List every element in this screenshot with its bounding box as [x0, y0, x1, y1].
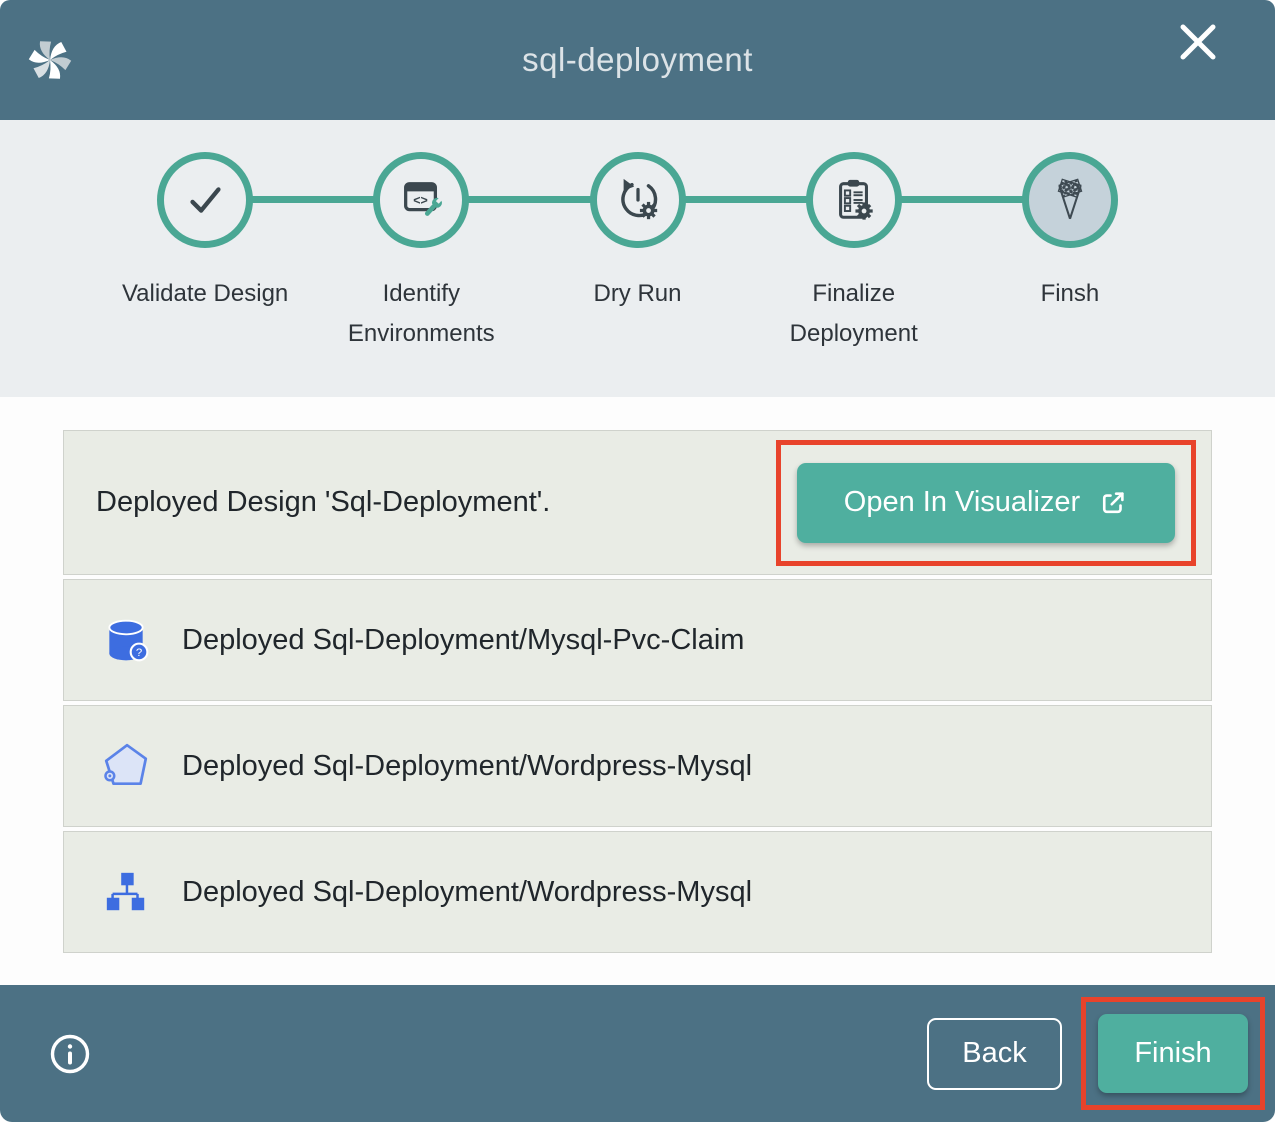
- summary-row: Deployed Design 'Sql-Deployment'. Open I…: [63, 430, 1212, 575]
- step-circle-dry-run: [590, 152, 686, 248]
- modal-header: sql-deployment: [0, 0, 1275, 120]
- step-identify-environments: <> Identify Environments: [313, 120, 529, 355]
- svg-text:<>: <>: [414, 193, 429, 207]
- code-config-icon: <>: [398, 177, 444, 223]
- step-label: Finalize Deployment: [749, 274, 959, 355]
- step-label: Finsh: [1041, 274, 1100, 314]
- step-finalize-deployment: Finalize Deployment: [746, 120, 962, 355]
- result-row-wordpress-pod: Deployed Sql-Deployment/Wordpress-Mysql: [63, 705, 1212, 827]
- step-dry-run: Dry Run: [529, 120, 745, 355]
- summary-text: Deployed Design 'Sql-Deployment'.: [96, 486, 550, 519]
- deployment-modal: sql-deployment Validate Design: [0, 0, 1275, 1122]
- finish-button[interactable]: Finish: [1098, 1014, 1248, 1093]
- dry-run-icon: [615, 177, 661, 223]
- result-row-text: Deployed Sql-Deployment/Mysql-Pvc-Claim: [182, 624, 744, 657]
- step-validate-design: Validate Design: [97, 120, 313, 355]
- external-link-icon: [1098, 488, 1128, 518]
- close-icon[interactable]: [1174, 18, 1222, 66]
- result-row-wordpress-deployment: Deployed Sql-Deployment/Wordpress-Mysql: [63, 831, 1212, 953]
- back-button[interactable]: Back: [927, 1018, 1062, 1090]
- result-row-text: Deployed Sql-Deployment/Wordpress-Mysql: [182, 876, 752, 909]
- step-circle-finalize: [806, 152, 902, 248]
- step-finish: Finsh: [962, 120, 1178, 355]
- results-panel: Deployed Design 'Sql-Deployment'. Open I…: [0, 397, 1275, 985]
- svg-text:?: ?: [136, 647, 142, 659]
- database-icon: ?: [100, 614, 152, 666]
- open-in-visualizer-button[interactable]: Open In Visualizer: [797, 463, 1175, 543]
- step-circle-finish: [1022, 152, 1118, 248]
- annotation-box-finish: Finish: [1081, 997, 1265, 1110]
- step-circle-identify: <>: [373, 152, 469, 248]
- pod-icon: [100, 740, 152, 792]
- result-row-text: Deployed Sql-Deployment/Wordpress-Mysql: [182, 750, 752, 783]
- step-circle-validate: [157, 152, 253, 248]
- page-title: sql-deployment: [0, 41, 1275, 79]
- clipboard-gear-icon: [831, 177, 877, 223]
- annotation-box-visualizer: Open In Visualizer: [776, 440, 1196, 566]
- modal-footer: Back Finish: [0, 985, 1275, 1122]
- step-label: Validate Design: [122, 274, 288, 314]
- info-icon[interactable]: [48, 1032, 92, 1076]
- step-label: Identify Environments: [316, 274, 526, 355]
- hierarchy-icon: [100, 866, 152, 918]
- step-label: Dry Run: [593, 274, 681, 314]
- result-row-pvc: ? Deployed Sql-Deployment/Mysql-Pvc-Clai…: [63, 579, 1212, 701]
- deployment-stepper: Validate Design <> Identify: [0, 120, 1275, 397]
- check-icon: [182, 177, 228, 223]
- checkered-flags-icon: [1045, 175, 1095, 225]
- open-in-visualizer-label: Open In Visualizer: [844, 486, 1080, 519]
